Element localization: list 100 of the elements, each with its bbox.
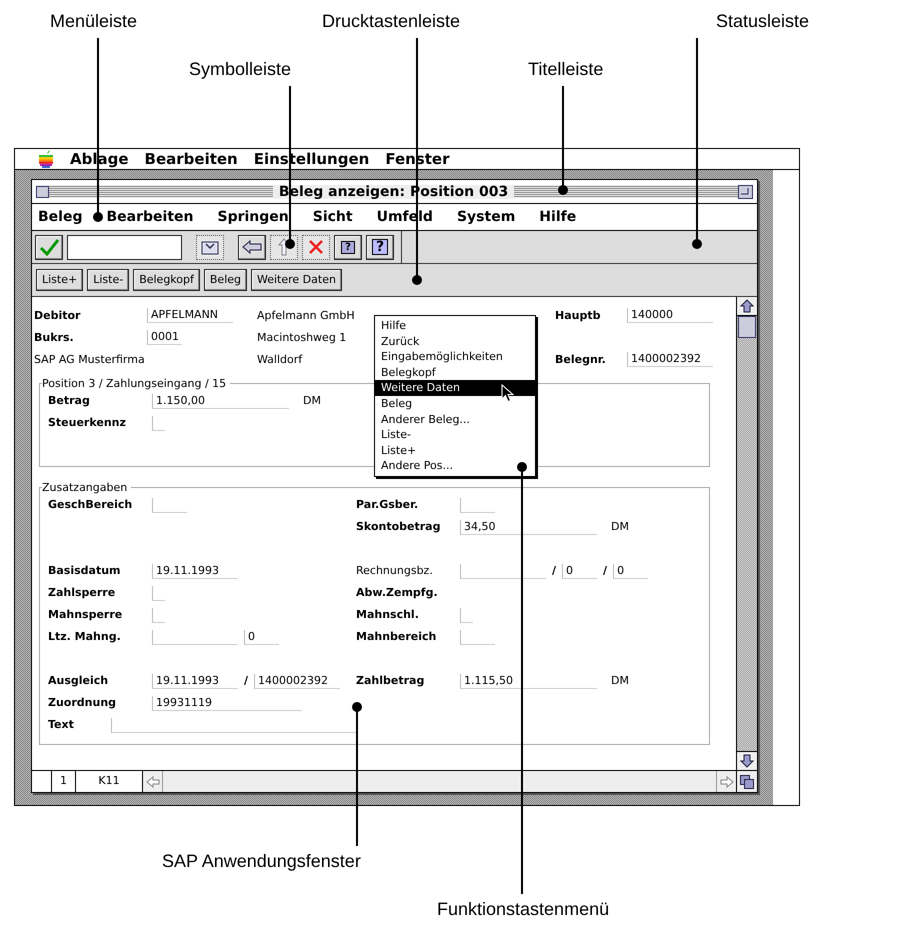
input-field[interactable] (152, 630, 238, 644)
field-label: GeschBereich (48, 496, 134, 513)
status-field: 1 (52, 771, 76, 792)
menu-item[interactable]: Hilfe (539, 206, 576, 228)
input-field[interactable] (152, 416, 165, 430)
field-label: Zuordnung (48, 694, 118, 711)
input-field[interactable] (152, 498, 187, 512)
apple-icon[interactable] (38, 150, 54, 168)
input-field[interactable] (152, 608, 165, 622)
field-label: Abw.Zempfg. (356, 584, 439, 601)
scrollbar[interactable] (736, 297, 757, 770)
input-field[interactable]: 1.115,50 (460, 674, 597, 688)
menu-item[interactable]: Belegkopf (375, 364, 535, 380)
status-field: K11 (76, 771, 143, 792)
input-field[interactable]: 140000 (627, 308, 713, 324)
resize-icon[interactable] (740, 774, 754, 788)
input-field[interactable] (460, 498, 495, 512)
input-field[interactable]: 0001 (147, 330, 182, 346)
menu-item[interactable]: System (456, 206, 516, 228)
push-button[interactable]: Liste+ (36, 269, 84, 291)
menu-item[interactable]: Liste+ (375, 442, 535, 458)
address-text: Apfelmann GmbH (257, 308, 355, 322)
currency-text: DM (303, 392, 321, 409)
up-arrow-icon[interactable] (740, 299, 754, 313)
menu-item[interactable]: Sicht (312, 206, 353, 228)
left-arrow-icon (242, 240, 262, 254)
command-field[interactable] (67, 234, 182, 260)
menu-item[interactable]: Hilfe (375, 318, 535, 334)
callout-label: Titelleiste (528, 58, 604, 80)
field-label: Belegnr. (555, 352, 606, 366)
input-field[interactable]: 1400002392 (254, 674, 340, 688)
field-label: Text (48, 716, 75, 733)
field-label: Hauptb (555, 308, 600, 322)
cursor-icon (501, 384, 514, 403)
enter-button[interactable] (35, 234, 63, 260)
separator-text: / (244, 672, 248, 689)
window-help-button[interactable]: ? (334, 234, 362, 260)
menu-item[interactable]: Springen (217, 206, 289, 228)
field-label: Mahnbereich (356, 628, 438, 645)
left-arrow-icon[interactable] (146, 776, 160, 788)
scroll-thumb[interactable] (738, 316, 756, 338)
menu-item[interactable]: Andere Pos... (375, 458, 535, 474)
input-field[interactable] (460, 630, 495, 644)
field-label: Bukrs. (34, 330, 74, 344)
input-field[interactable] (111, 718, 356, 732)
input-field[interactable]: 19.11.1993 (152, 674, 238, 688)
push-button[interactable]: Belegkopf (133, 269, 200, 291)
group-title: Zusatzangaben (42, 481, 128, 494)
separator-text: / (603, 562, 608, 579)
field-label: Ausgleich (48, 672, 110, 689)
company-name: SAP AG Musterfirma (34, 352, 145, 366)
input-field[interactable]: 0 (244, 630, 279, 644)
menu-item[interactable]: Anderer Beleg... (375, 412, 535, 428)
input-field[interactable] (152, 586, 165, 600)
push-button[interactable]: Liste- (87, 269, 130, 291)
close-icon (308, 239, 324, 255)
zoom-box[interactable] (738, 184, 754, 198)
input-field[interactable] (460, 608, 473, 622)
input-field[interactable]: 19.11.1993 (152, 564, 238, 578)
input-field[interactable]: 1.150,00 (152, 394, 289, 408)
menu-item[interactable]: Zurück (375, 334, 535, 350)
input-field[interactable]: 1400002392 (627, 352, 713, 368)
field-label: Rechnungsbz. (356, 562, 434, 579)
back-button[interactable] (238, 234, 266, 260)
help-button[interactable]: ? (366, 234, 394, 260)
right-arrow-icon[interactable] (720, 776, 734, 788)
address-text: Macintoshweg 1 (257, 330, 346, 344)
group-title: Position 3 / Zahlungseingang / 15 (42, 377, 228, 390)
input-field[interactable]: APFELMANN (147, 308, 233, 324)
currency-text: DM (611, 518, 629, 535)
callout-label: SAP Anwendungsfenster (162, 850, 361, 872)
input-field[interactable] (460, 564, 546, 578)
menu-item[interactable]: Liste- (375, 427, 535, 443)
field-label: Mahnschl. (356, 606, 420, 623)
menu-item[interactable]: Bearbeiten (106, 206, 194, 228)
input-field[interactable]: 34,50 (460, 520, 597, 534)
field-label: Basisdatum (48, 562, 122, 579)
callout-label: Statusleiste (716, 10, 810, 32)
field-label: Steuerkennz (48, 414, 127, 431)
field-label: Skontobetrag (356, 518, 442, 535)
menu-item[interactable]: Eingabemöglichkeiten (375, 349, 535, 365)
menu-item[interactable]: Bearbeiten (144, 150, 238, 168)
field-label: Debitor (34, 308, 80, 322)
separator-text: / (552, 562, 556, 579)
address-text: Walldorf (257, 352, 302, 366)
menu-item[interactable]: Beleg (375, 396, 535, 412)
callout-label: Funktionstastenmenü (437, 898, 610, 920)
push-button[interactable]: Weitere Daten (251, 269, 342, 291)
input-field[interactable]: 19931119 (152, 696, 302, 710)
input-field[interactable]: 0 (613, 564, 648, 578)
close-box[interactable] (36, 186, 49, 198)
tray-icon (201, 239, 219, 255)
input-field[interactable]: 0 (562, 564, 598, 578)
push-button[interactable]: Beleg (204, 269, 247, 291)
menu-item[interactable]: Weitere Daten (375, 380, 535, 396)
menu-item[interactable]: Beleg (38, 206, 82, 228)
field-label: Zahlsperre (48, 584, 116, 601)
down-arrow-icon[interactable] (740, 754, 754, 768)
field-label: Mahnsperre (48, 606, 124, 623)
callout-label: Drucktastenleiste (322, 10, 460, 32)
